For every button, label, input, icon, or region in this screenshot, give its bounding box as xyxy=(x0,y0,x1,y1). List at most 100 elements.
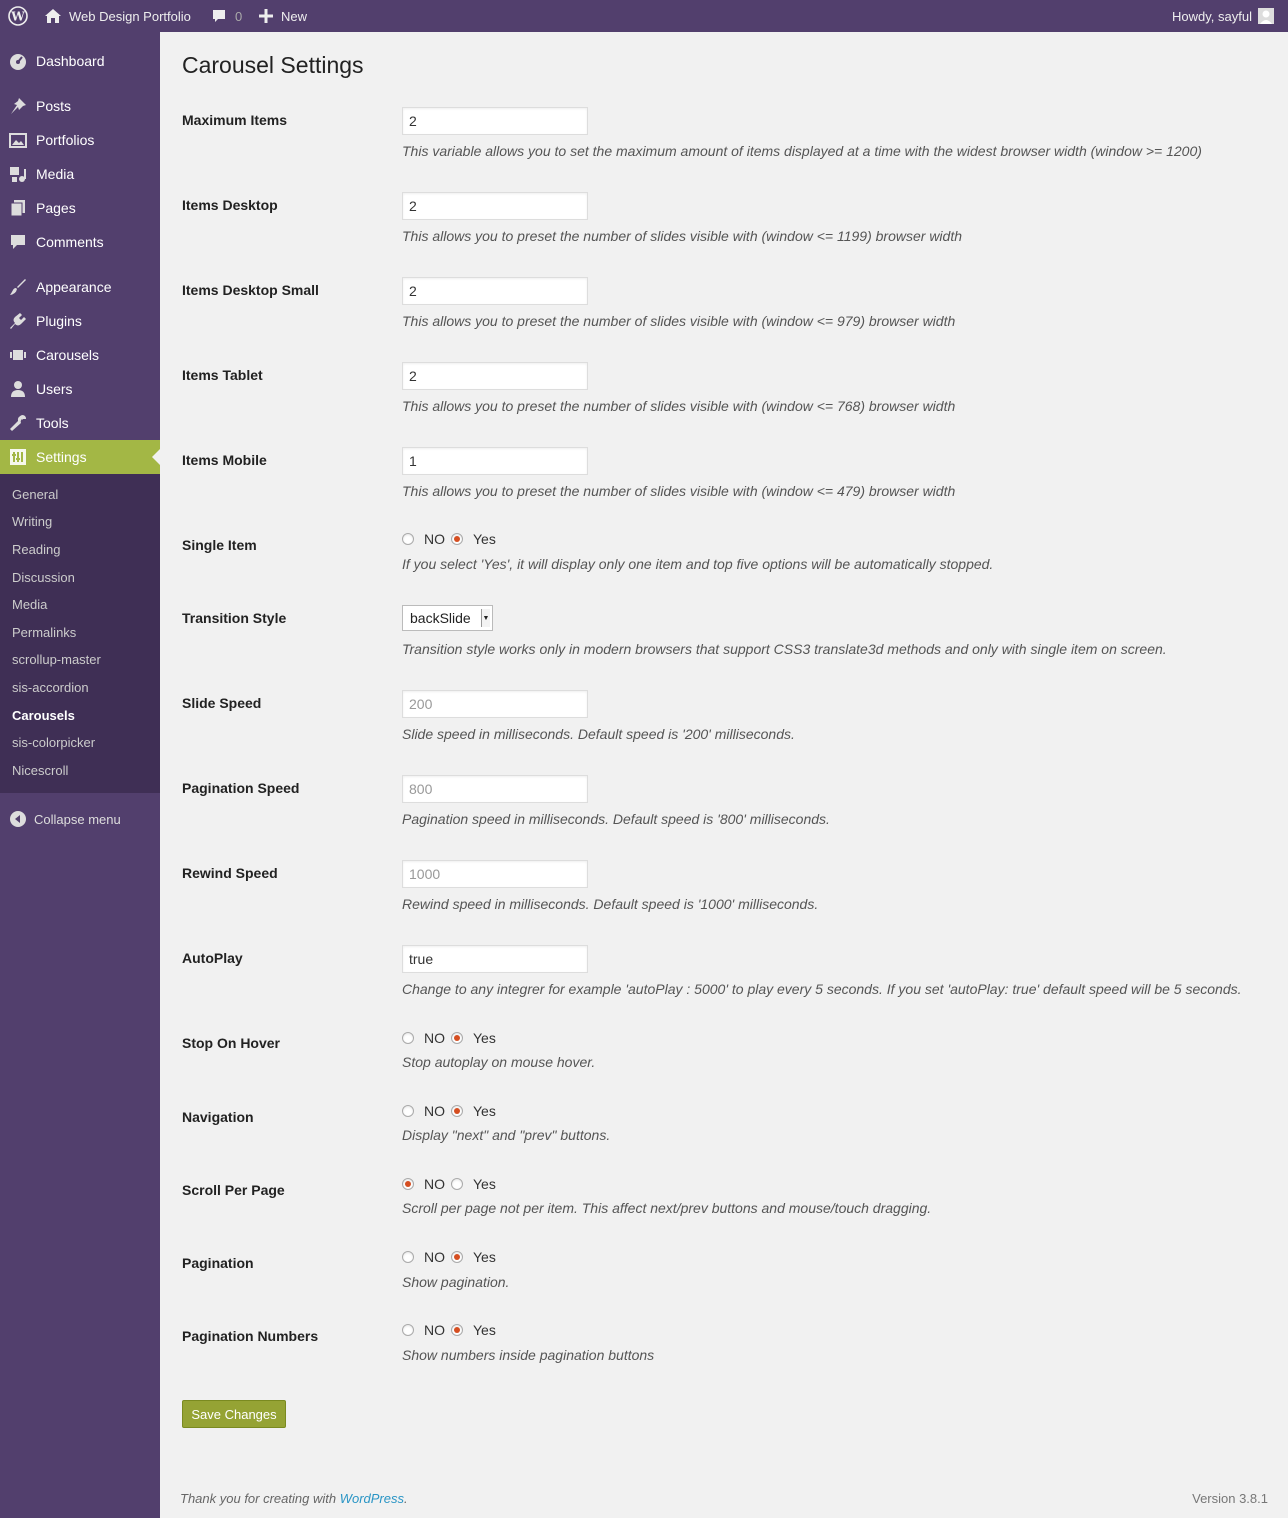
sidebar-item-users[interactable]: Users xyxy=(0,372,160,406)
save-changes-button[interactable]: Save Changes xyxy=(182,1400,286,1428)
sidebar-item-comments[interactable]: Comments xyxy=(0,225,160,259)
collapse-menu-button[interactable]: Collapse menu xyxy=(0,806,160,832)
wordpress-link[interactable]: WordPress xyxy=(340,1491,404,1506)
single-item-description: If you select 'Yes', it will display onl… xyxy=(402,556,994,572)
comments-link[interactable]: 0 xyxy=(211,0,242,32)
scroll-per-page-no-radio[interactable] xyxy=(402,1178,414,1190)
items-desktop-small-label: Items Desktop Small xyxy=(182,282,319,298)
stop-on-hover-no-radio[interactable] xyxy=(402,1032,414,1044)
navigation-no-radio[interactable] xyxy=(402,1105,414,1117)
items-desktop-description: This allows you to preset the number of … xyxy=(402,228,962,244)
transition-style-select[interactable]: backSlide ▼ xyxy=(402,605,493,631)
autoplay-input[interactable] xyxy=(402,945,588,973)
transition-style-value: backSlide xyxy=(410,610,471,626)
rewind-speed-label: Rewind Speed xyxy=(182,865,278,881)
collapse-menu-label: Collapse menu xyxy=(34,811,121,827)
sidebar-item-label: Tools xyxy=(36,415,69,431)
single-item-no-radio[interactable] xyxy=(402,533,414,545)
settings-icon xyxy=(9,448,27,466)
single-item-yes-radio[interactable] xyxy=(451,533,463,545)
pagination-numbers-label: Pagination Numbers xyxy=(182,1328,319,1344)
sidebar-item-portfolios[interactable]: Portfolios xyxy=(0,123,160,157)
sidebar-item-label: Pages xyxy=(36,200,76,216)
pagination-numbers-no-radio[interactable] xyxy=(402,1324,414,1336)
appearance-icon xyxy=(9,278,27,296)
sidebar-item-label: Media xyxy=(36,166,75,182)
admin-sidebar: Dashboard Posts Portfolios Media Pages C… xyxy=(0,32,160,1518)
sidebar-item-label: Appearance xyxy=(36,279,112,295)
scroll-per-page-yes-radio[interactable] xyxy=(451,1178,463,1190)
plus-icon xyxy=(259,9,273,23)
pagination-yes-radio[interactable] xyxy=(451,1251,463,1263)
sidebar-item-label: Plugins xyxy=(36,313,82,329)
radio-no-label: NO xyxy=(424,531,445,547)
sidebar-item-pages[interactable]: Pages xyxy=(0,191,160,225)
items-desktop-small-description: This allows you to preset the number of … xyxy=(402,313,956,329)
radio-yes-label: Yes xyxy=(473,531,496,547)
submenu-item-discussion[interactable]: Discussion xyxy=(12,568,75,588)
items-desktop-label: Items Desktop xyxy=(182,197,278,213)
sidebar-item-label: Settings xyxy=(36,449,87,465)
collapse-arrow-icon xyxy=(10,811,26,830)
new-label: New xyxy=(281,8,308,24)
portfolio-icon xyxy=(9,131,27,149)
sidebar-item-label: Dashboard xyxy=(36,53,105,69)
submenu-item-general[interactable]: General xyxy=(12,485,58,505)
sidebar-item-settings[interactable]: Settings xyxy=(0,440,160,474)
stop-on-hover-yes-radio[interactable] xyxy=(451,1032,463,1044)
single-item-radio-group: NO Yes xyxy=(402,529,502,549)
rewind-speed-input[interactable] xyxy=(402,860,588,888)
submenu-item-scrollup-master[interactable]: scrollup-master xyxy=(12,650,101,670)
pin-icon xyxy=(9,97,27,115)
pagination-radio-group: NO Yes xyxy=(402,1247,502,1267)
site-name-link[interactable]: Web Design Portfolio xyxy=(44,0,191,32)
radio-no-label: NO xyxy=(424,1322,445,1338)
account-link[interactable]: Howdy, sayful xyxy=(1172,0,1274,32)
stop-on-hover-description: Stop autoplay on mouse hover. xyxy=(402,1054,596,1070)
radio-yes-label: Yes xyxy=(473,1103,496,1119)
sidebar-item-media[interactable]: Media xyxy=(0,157,160,191)
submenu-item-sis-accordion[interactable]: sis-accordion xyxy=(12,678,89,698)
sidebar-item-dashboard[interactable]: Dashboard xyxy=(0,44,160,78)
submenu-item-carousels[interactable]: Carousels xyxy=(12,706,75,726)
submenu-item-permalinks[interactable]: Permalinks xyxy=(12,623,76,643)
max-items-input[interactable] xyxy=(402,107,588,135)
pagination-speed-input[interactable] xyxy=(402,775,588,803)
footer-thanks: Thank you for creating with WordPress. xyxy=(180,1491,408,1506)
sidebar-item-posts[interactable]: Posts xyxy=(0,89,160,123)
slide-speed-input[interactable] xyxy=(402,690,588,718)
submenu-item-nicescroll[interactable]: Nicescroll xyxy=(12,761,68,781)
submenu-item-media[interactable]: Media xyxy=(12,595,47,615)
comment-bubble-icon xyxy=(213,10,225,22)
items-tablet-input[interactable] xyxy=(402,362,588,390)
submenu-item-writing[interactable]: Writing xyxy=(12,512,52,532)
items-mobile-description: This allows you to preset the number of … xyxy=(402,483,956,499)
items-desktop-small-input[interactable] xyxy=(402,277,588,305)
sidebar-item-plugins[interactable]: Plugins xyxy=(0,304,160,338)
pagination-numbers-yes-radio[interactable] xyxy=(451,1324,463,1336)
items-desktop-input[interactable] xyxy=(402,192,588,220)
new-content-link[interactable]: New xyxy=(259,0,307,32)
navigation-yes-radio[interactable] xyxy=(451,1105,463,1117)
radio-yes-label: Yes xyxy=(473,1030,496,1046)
sidebar-item-label: Posts xyxy=(36,98,72,114)
sidebar-item-carousels[interactable]: Carousels xyxy=(0,338,160,372)
max-items-label: Maximum Items xyxy=(182,112,288,128)
media-icon xyxy=(9,165,27,183)
carousel-icon xyxy=(9,346,27,364)
pagination-label: Pagination xyxy=(182,1255,254,1271)
single-item-label: Single Item xyxy=(182,537,257,553)
submenu-item-reading[interactable]: Reading xyxy=(12,540,60,560)
footer-version: Version 3.8.1 xyxy=(1192,1491,1268,1506)
sidebar-item-appearance[interactable]: Appearance xyxy=(0,270,160,304)
pagination-description: Show pagination. xyxy=(402,1274,510,1290)
pagination-speed-description: Pagination speed in milliseconds. Defaul… xyxy=(402,811,830,827)
pagination-numbers-description: Show numbers inside pagination buttons xyxy=(402,1347,655,1363)
sidebar-item-tools[interactable]: Tools xyxy=(0,406,160,440)
pagination-no-radio[interactable] xyxy=(402,1251,414,1263)
wordpress-logo-icon[interactable]: W xyxy=(8,0,28,32)
comments-icon xyxy=(9,233,27,251)
submenu-item-sis-colorpicker[interactable]: sis-colorpicker xyxy=(12,733,95,753)
items-mobile-input[interactable] xyxy=(402,447,588,475)
navigation-label: Navigation xyxy=(182,1109,254,1125)
